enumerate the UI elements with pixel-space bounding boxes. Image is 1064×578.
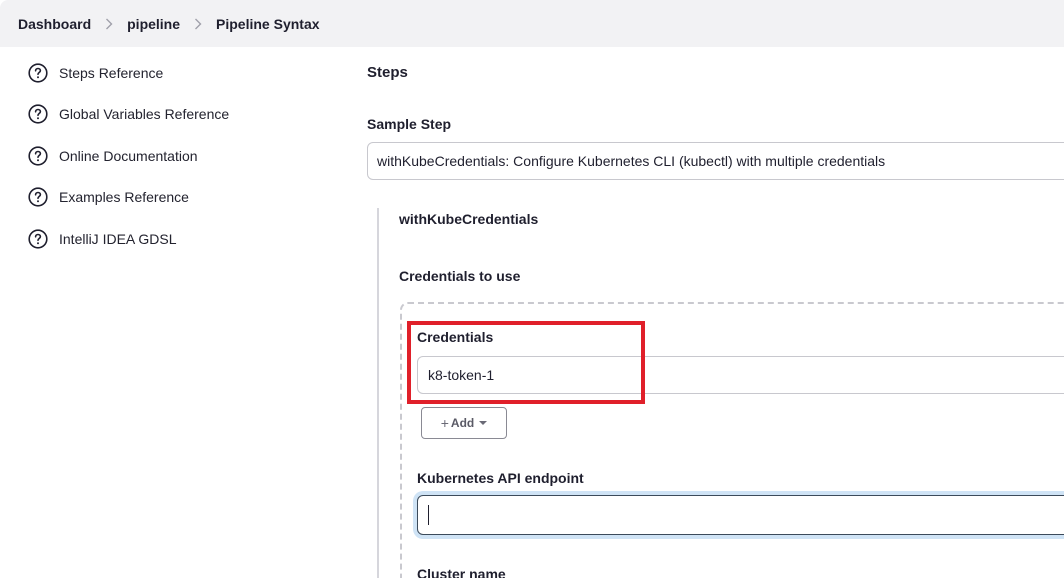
credentials-select[interactable]: k8-token-1 — [417, 356, 1064, 394]
section-title: Steps — [367, 64, 408, 81]
caret-down-icon — [479, 421, 488, 425]
sidebar-item-examples-reference[interactable]: Examples Reference — [28, 187, 189, 207]
add-credentials-button[interactable]: + Add — [421, 407, 507, 439]
sample-step-label: Sample Step — [367, 116, 452, 132]
credentials-to-use-label: Credentials to use — [399, 268, 521, 284]
sidebar-item-online-documentation[interactable]: Online Documentation — [28, 146, 198, 166]
sidebar-item-global-variables-reference[interactable]: Global Variables Reference — [28, 104, 229, 124]
breadcrumb-pipeline[interactable]: pipeline — [127, 16, 180, 32]
sidebar-item-steps-reference[interactable]: Steps Reference — [28, 63, 163, 83]
sidebar-item-intellij-idea-gdsl[interactable]: IntelliJ IDEA GDSL — [28, 229, 177, 249]
sidebar-item-label: Online Documentation — [59, 148, 198, 164]
chevron-right-icon — [105, 18, 113, 30]
credentials-label: Credentials — [417, 329, 494, 345]
chevron-right-icon — [194, 18, 202, 30]
cluster-name-label: Cluster name — [417, 566, 506, 578]
help-circle-icon — [28, 187, 48, 207]
sidebar-item-label: Examples Reference — [59, 189, 189, 205]
sidebar-item-label: Global Variables Reference — [59, 106, 230, 122]
plus-icon: + — [440, 415, 449, 431]
sidebar-item-label: IntelliJ IDEA GDSL — [59, 231, 177, 247]
credentials-value: k8-token-1 — [428, 367, 495, 383]
help-circle-icon — [28, 229, 48, 249]
help-circle-icon — [28, 146, 48, 166]
credentials-repeatable-container — [400, 302, 1064, 578]
step-name-heading: withKubeCredentials — [399, 211, 539, 227]
step-config-divider — [377, 208, 379, 578]
api-endpoint-label: Kubernetes API endpoint — [417, 470, 584, 486]
help-circle-icon — [28, 63, 48, 83]
text-cursor — [428, 505, 429, 525]
pipeline-syntax-page: Dashboard pipeline Pipeline Syntax Steps… — [0, 0, 1064, 578]
sample-step-value: withKubeCredentials: Configure Kubernete… — [377, 153, 886, 169]
add-button-label: Add — [450, 416, 475, 430]
breadcrumb: Dashboard pipeline Pipeline Syntax — [0, 0, 1064, 47]
sample-step-select[interactable]: withKubeCredentials: Configure Kubernete… — [367, 142, 1064, 180]
api-endpoint-input[interactable] — [417, 495, 1064, 535]
sidebar-item-label: Steps Reference — [59, 65, 164, 81]
breadcrumb-pipeline-syntax[interactable]: Pipeline Syntax — [216, 16, 319, 32]
help-circle-icon — [28, 104, 48, 124]
breadcrumb-dashboard[interactable]: Dashboard — [18, 16, 91, 32]
